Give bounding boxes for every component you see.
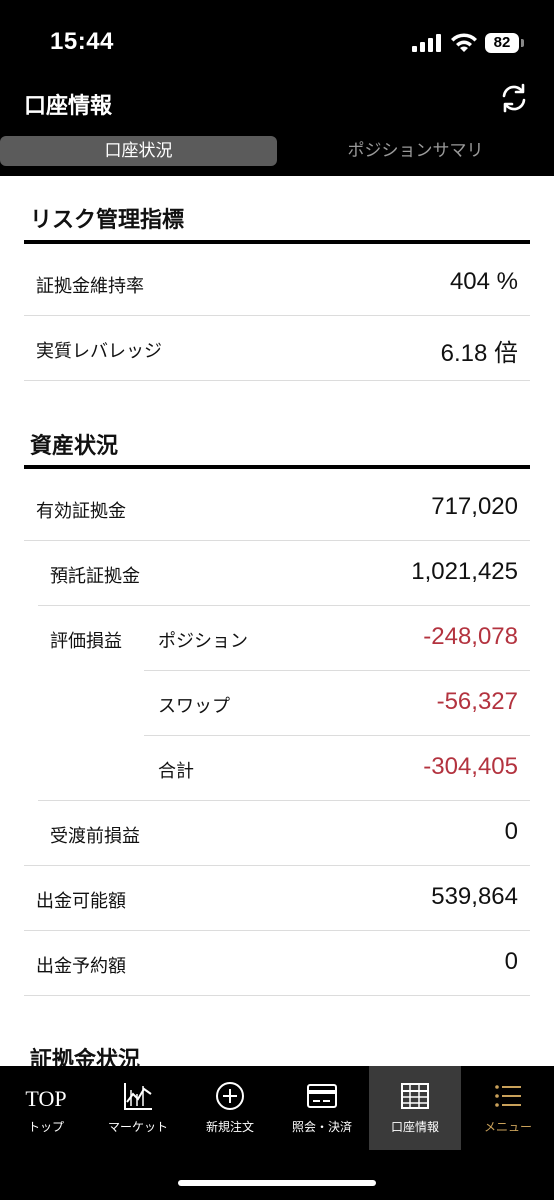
- nav-top[interactable]: TOP トップ: [0, 1066, 92, 1150]
- app-header: 口座情報: [0, 78, 554, 136]
- nav-label: 新規注文: [205, 1120, 254, 1134]
- tab-position-summary[interactable]: ポジションサマリ: [277, 136, 554, 166]
- valuation-swap-value: -56,327: [436, 688, 518, 715]
- plus-circle-icon: [216, 1082, 244, 1110]
- divider: [24, 930, 530, 931]
- nav-market[interactable]: マーケット: [92, 1066, 184, 1150]
- section-rule: [24, 465, 530, 469]
- divider: [24, 865, 530, 866]
- pre-settlement-label: 受渡前損益: [50, 826, 140, 847]
- nav-new-order[interactable]: 新規注文: [184, 1066, 276, 1150]
- status-time: 15:44: [50, 28, 114, 55]
- valuation-total-label: 合計: [158, 761, 194, 782]
- divider: [24, 540, 530, 541]
- divider: [24, 995, 530, 996]
- battery-icon: 82: [485, 33, 519, 53]
- nav-label: マーケット: [107, 1120, 168, 1134]
- divider: [144, 670, 530, 671]
- top-text-icon: TOP: [25, 1086, 67, 1111]
- section-title-risk: リスク管理指標: [30, 208, 185, 233]
- deposit-margin-label: 預託証拠金: [50, 566, 140, 587]
- tab-bar: 口座状況 ポジションサマリ: [0, 132, 554, 176]
- signal-icon: [412, 34, 441, 52]
- status-bar: 15:44 82: [0, 0, 554, 78]
- nav-inquiry-settlement[interactable]: 照会・決済: [276, 1066, 368, 1150]
- divider: [24, 380, 530, 381]
- menu-icon: [495, 1085, 521, 1107]
- section-rule: [24, 240, 530, 244]
- divider: [144, 735, 530, 736]
- grid-icon: [401, 1083, 429, 1109]
- withdrawable-label: 出金可能額: [36, 891, 126, 912]
- nav-label: 照会・決済: [291, 1120, 352, 1134]
- valuation-total-value: -304,405: [423, 753, 518, 780]
- section-title-assets: 資産状況: [30, 434, 119, 459]
- margin-ratio-label: 証拠金維持率: [36, 276, 144, 297]
- pre-settlement-value: 0: [504, 818, 518, 845]
- margin-ratio-value: 404 %: [449, 268, 518, 295]
- nav-label: メニュー: [483, 1120, 532, 1134]
- valuation-position-label: ポジション: [158, 631, 248, 652]
- withdrawable-value: 539,864: [431, 883, 518, 910]
- page-title: 口座情報: [24, 94, 113, 119]
- nav-label: トップ: [27, 1120, 64, 1134]
- deposit-margin-value: 1,021,425: [411, 558, 518, 585]
- withdraw-reserved-label: 出金予約額: [36, 956, 126, 977]
- withdraw-reserved-value: 0: [504, 948, 518, 975]
- nav-label: 口座情報: [390, 1120, 439, 1134]
- battery-nub: [521, 39, 524, 47]
- valuation-swap-label: スワップ: [158, 696, 230, 717]
- leverage-value: 6.18 倍: [440, 340, 518, 367]
- divider: [38, 800, 530, 801]
- tab-account-status[interactable]: 口座状況: [0, 136, 277, 166]
- effective-margin-value: 717,020: [431, 493, 518, 520]
- chart-icon: [124, 1083, 152, 1110]
- divider: [24, 315, 530, 316]
- divider: [38, 605, 530, 606]
- leverage-label: 実質レバレッジ: [36, 341, 162, 362]
- card-icon: [307, 1084, 337, 1108]
- valuation-position-value: -248,078: [423, 623, 518, 650]
- effective-margin-label: 有効証拠金: [36, 501, 126, 522]
- home-indicator: [178, 1180, 376, 1186]
- wifi-icon: [451, 33, 477, 52]
- nav-menu[interactable]: メニュー: [462, 1066, 554, 1150]
- nav-account-info[interactable]: 口座情報: [369, 1066, 461, 1150]
- valuation-label: 評価損益: [50, 631, 122, 652]
- refresh-icon[interactable]: [498, 82, 530, 114]
